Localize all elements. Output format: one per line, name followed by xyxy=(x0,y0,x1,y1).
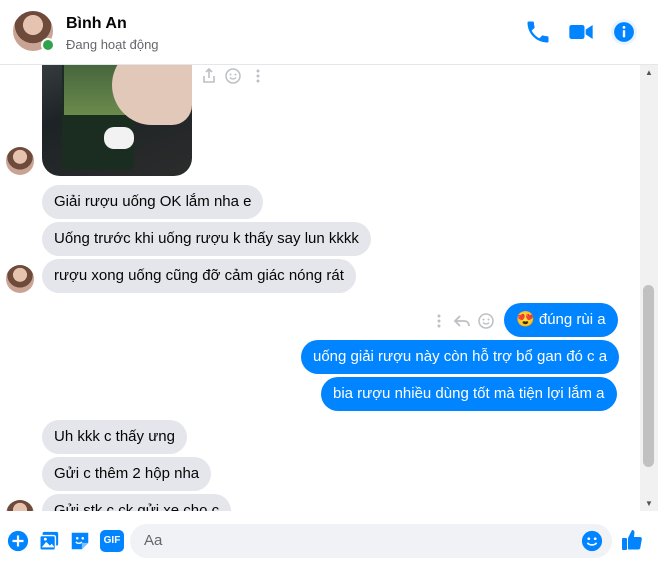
message-input[interactable] xyxy=(142,531,566,550)
message-bubble-outgoing[interactable]: bia rượu nhiều dùng tốt mà tiện lợi lắm … xyxy=(321,377,617,411)
message-text: đúng rùi a xyxy=(538,311,606,328)
add-plus-icon[interactable] xyxy=(7,530,29,552)
message-bubble-incoming[interactable]: Gửi stk c ck gửi xe cho c xyxy=(42,494,232,511)
react-icon[interactable] xyxy=(478,313,494,329)
photo-nail xyxy=(104,127,134,149)
message-bubble-outgoing[interactable]: 😍 đúng rùi a xyxy=(504,303,618,337)
heart-eyes-emoji: 😍 xyxy=(516,311,535,328)
gif-button[interactable]: GIF xyxy=(100,530,124,552)
message-list[interactable]: Giải rượu uống OK lắm nha e Uống trước k… xyxy=(0,65,640,511)
scroll-up-arrow-icon[interactable]: ▲ xyxy=(645,68,653,77)
message-bubble-incoming[interactable]: Gửi c thêm 2 hộp nha xyxy=(42,457,212,491)
contact-name[interactable]: Bình An xyxy=(66,15,127,33)
message-bubble-incoming[interactable]: Uống trước khi uống rượu k thấy say lun … xyxy=(42,222,371,256)
message-input-box[interactable] xyxy=(130,524,612,558)
sticker-icon[interactable] xyxy=(69,530,91,552)
contact-status: Đang hoạt động xyxy=(66,37,159,52)
like-thumbs-up-icon[interactable] xyxy=(620,528,644,552)
phone-call-icon[interactable] xyxy=(524,18,552,46)
emoji-icon[interactable] xyxy=(581,530,603,552)
more-options-icon[interactable] xyxy=(250,68,266,84)
react-icon[interactable] xyxy=(225,68,241,84)
online-status-dot xyxy=(41,38,55,52)
chat-header: Bình An Đang hoạt động xyxy=(0,0,658,65)
more-options-icon[interactable] xyxy=(431,313,447,329)
image-gallery-icon[interactable] xyxy=(38,530,60,552)
scroll-down-arrow-icon[interactable]: ▼ xyxy=(645,499,653,508)
message-bubble-incoming[interactable]: rượu xong uống cũng đỡ cảm giác nóng rát xyxy=(42,259,356,293)
message-bubble-outgoing[interactable]: uống giải rượu này còn hỗ trợ bổ gan đó … xyxy=(301,340,620,374)
sender-avatar[interactable] xyxy=(6,147,34,175)
info-icon[interactable] xyxy=(610,18,638,46)
reply-icon[interactable] xyxy=(453,313,471,329)
shared-photo[interactable] xyxy=(42,65,192,176)
video-call-icon[interactable] xyxy=(567,18,595,46)
sender-avatar[interactable] xyxy=(6,500,34,511)
share-icon[interactable] xyxy=(201,68,217,84)
message-bubble-incoming[interactable]: Uh kkk c thấy ưng xyxy=(42,420,187,454)
sender-avatar[interactable] xyxy=(6,265,34,293)
scrollbar-thumb[interactable] xyxy=(643,285,654,467)
message-bubble-incoming[interactable]: Giải rượu uống OK lắm nha e xyxy=(42,185,264,219)
